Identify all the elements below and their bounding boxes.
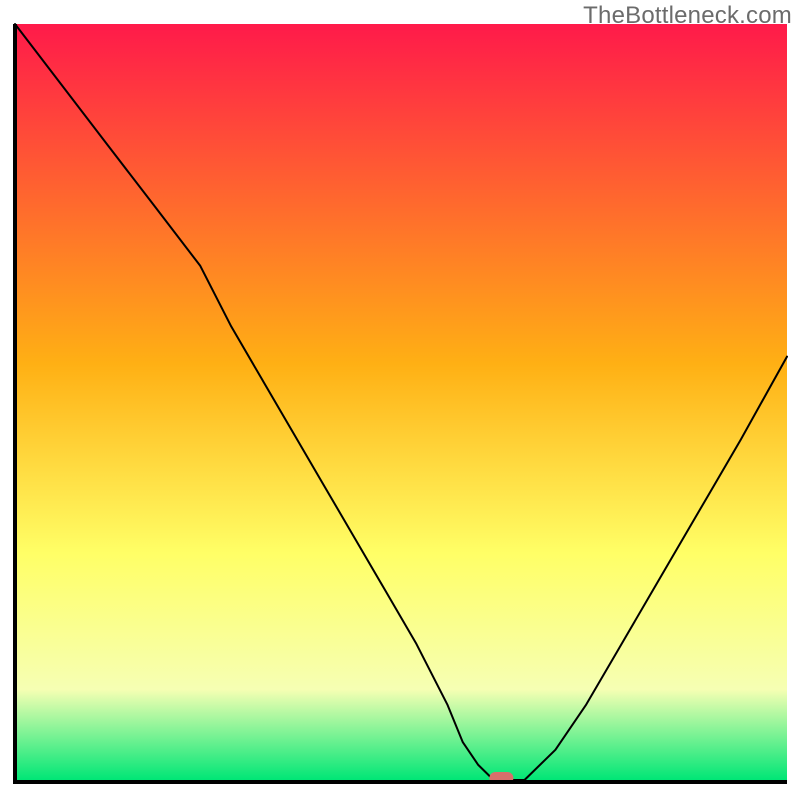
- watermark-text: TheBottleneck.com: [583, 2, 792, 30]
- plot-background: [15, 24, 787, 780]
- chart-container: { "watermark": "TheBottleneck.com", "col…: [0, 0, 800, 800]
- chart-svg: [0, 0, 800, 800]
